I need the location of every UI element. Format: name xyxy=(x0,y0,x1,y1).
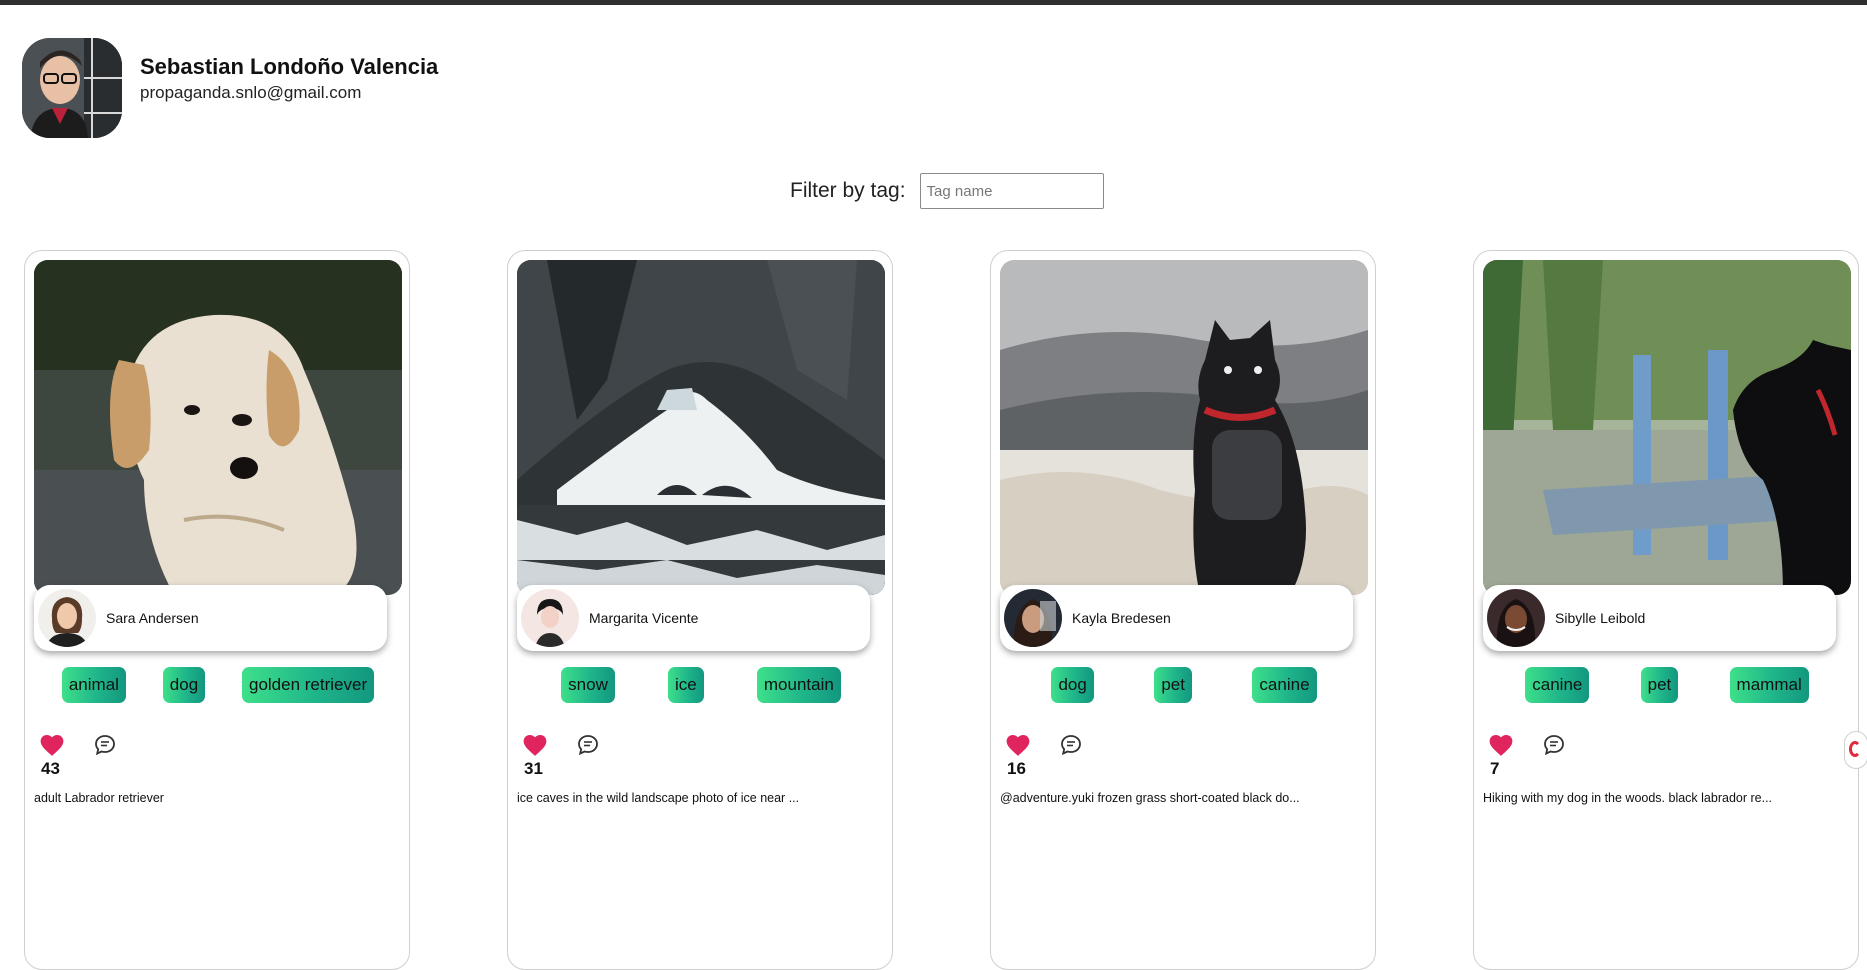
author-name: Margarita Vicente xyxy=(589,610,699,626)
like-count: 43 xyxy=(41,759,60,778)
post-caption: ice caves in the wild landscape photo of… xyxy=(517,791,800,805)
tag-list: dog pet canine xyxy=(991,667,1377,703)
profile-name: Sebastian Londoño Valencia xyxy=(140,54,439,79)
comment-icon[interactable] xyxy=(1542,733,1566,757)
post-card: Kayla Bredesen dog pet canine 16 @advent… xyxy=(990,250,1376,970)
post-actions xyxy=(1488,733,1566,757)
author-name: Sara Andersen xyxy=(106,610,199,626)
tag-chip[interactable]: canine xyxy=(1252,667,1317,703)
author-avatar[interactable] xyxy=(1487,589,1545,647)
author-bar[interactable]: Margarita Vicente xyxy=(517,585,870,651)
tag-chip[interactable]: animal xyxy=(61,667,126,703)
tag-chip[interactable]: golden retriever xyxy=(242,667,375,703)
tag-list: animal dog golden retriever xyxy=(25,667,411,703)
filter-label: Filter by tag: xyxy=(790,179,906,202)
post-photo[interactable] xyxy=(1483,260,1851,595)
comment-icon[interactable] xyxy=(1059,733,1083,757)
tag-chip[interactable]: snow xyxy=(561,667,615,703)
comment-icon[interactable] xyxy=(93,733,117,757)
post-photo[interactable] xyxy=(517,260,885,595)
like-count: 7 xyxy=(1490,759,1500,778)
post-caption: Hiking with my dog in the woods. black l… xyxy=(1483,791,1773,805)
post-actions xyxy=(39,733,117,757)
post-caption: adult Labrador retriever xyxy=(34,791,164,805)
profile-email: propaganda.snlo@gmail.com xyxy=(140,83,362,102)
post-card: Sara Andersen animal dog golden retrieve… xyxy=(24,250,410,970)
tag-chip[interactable]: dog xyxy=(162,667,206,703)
author-name: Kayla Bredesen xyxy=(1072,610,1171,626)
author-avatar[interactable] xyxy=(1004,589,1062,647)
post-actions xyxy=(1005,733,1083,757)
author-bar[interactable]: Sara Andersen xyxy=(34,585,387,651)
tag-chip[interactable]: pet xyxy=(1154,667,1192,703)
tag-list: snow ice mountain xyxy=(508,667,894,703)
author-bar[interactable]: Sibylle Leibold xyxy=(1483,585,1836,651)
tag-filter-input[interactable] xyxy=(919,173,1104,209)
author-avatar[interactable] xyxy=(521,589,579,647)
comment-icon[interactable] xyxy=(576,733,600,757)
tag-list: canine pet mammal xyxy=(1474,667,1860,703)
tag-chip[interactable]: mountain xyxy=(756,667,841,703)
post-photo[interactable] xyxy=(34,260,402,595)
loading-spinner-icon xyxy=(1844,731,1867,769)
post-actions xyxy=(522,733,600,757)
like-count: 16 xyxy=(1007,759,1026,778)
author-bar[interactable]: Kayla Bredesen xyxy=(1000,585,1353,651)
profile-avatar[interactable] xyxy=(22,38,122,138)
post-photo[interactable] xyxy=(1000,260,1368,595)
window-top-bar xyxy=(0,0,1867,5)
tag-chip[interactable]: dog xyxy=(1051,667,1094,703)
tag-chip[interactable]: pet xyxy=(1640,667,1679,703)
author-avatar[interactable] xyxy=(38,589,96,647)
heart-icon[interactable] xyxy=(1005,733,1031,757)
author-name: Sibylle Leibold xyxy=(1555,610,1646,626)
post-caption: @adventure.yuki frozen grass short-coate… xyxy=(1000,791,1300,805)
like-count: 31 xyxy=(524,759,543,778)
post-card: Margarita Vicente snow ice mountain 31 i… xyxy=(507,250,893,970)
user-profile: Sebastian Londoño Valencia propaganda.sn… xyxy=(22,38,438,138)
tag-chip[interactable]: canine xyxy=(1525,667,1590,703)
post-card: Sibylle Leibold canine pet mammal 7 Hiki… xyxy=(1473,250,1867,970)
tag-chip[interactable]: ice xyxy=(668,667,704,703)
heart-icon[interactable] xyxy=(522,733,548,757)
tag-filter: Filter by tag: xyxy=(790,173,1104,209)
tag-chip[interactable]: mammal xyxy=(1729,667,1809,703)
heart-icon[interactable] xyxy=(39,733,65,757)
heart-icon[interactable] xyxy=(1488,733,1514,757)
